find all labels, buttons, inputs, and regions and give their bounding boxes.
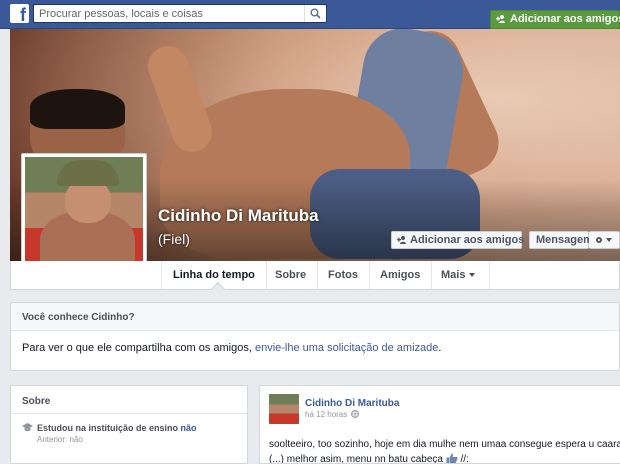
about-box: Sobre Estudou na instituição de ensino n…: [10, 385, 248, 464]
profile-nickname: (Fiel): [158, 231, 190, 247]
add-friend-button-secondary[interactable]: Adicionar aos amigos: [490, 10, 620, 29]
search-icon: [310, 8, 321, 19]
post-author[interactable]: Cidinho Di Marituba: [305, 398, 399, 409]
add-friend-icon: [496, 15, 505, 23]
timeline-post: Cidinho Di Marituba há 12 horas soolteei…: [259, 385, 620, 464]
education-previous: Anterior: não: [37, 435, 83, 444]
message-button[interactable]: Mensagem: [529, 231, 593, 249]
tab-more[interactable]: Mais: [430, 261, 490, 289]
graduation-cap-icon: [22, 423, 33, 432]
post-timestamp[interactable]: há 12 horas: [305, 410, 347, 419]
education-entry: Estudou na instituição de ensino não: [37, 423, 197, 433]
post-avatar[interactable]: [269, 394, 299, 424]
tab-photos[interactable]: Fotos: [317, 261, 370, 289]
about-title: Sobre: [22, 396, 51, 407]
add-friend-button[interactable]: Adicionar aos amigos: [391, 231, 524, 249]
search-box: [33, 4, 327, 23]
profile-nav: Linha do tempo Sobre Fotos Amigos Mais: [10, 261, 620, 297]
search-button[interactable]: [304, 5, 326, 22]
options-button[interactable]: [589, 231, 620, 249]
profile-name[interactable]: Cidinho Di Marituba: [158, 206, 319, 226]
education-link[interactable]: não: [181, 423, 197, 433]
prompt-title: Você conhece Cidinho?: [22, 312, 135, 323]
thumbs-up-icon: [446, 453, 458, 463]
send-request-link[interactable]: envie-lhe uma solicitação de amizade: [255, 342, 438, 354]
prompt-text: Para ver o que ele compartilha com os am…: [22, 342, 442, 354]
add-friend-icon: [397, 236, 406, 244]
tab-friends[interactable]: Amigos: [369, 261, 433, 289]
friend-request-prompt: Você conhece Cidinho? Para ver o que ele…: [10, 302, 620, 371]
gear-icon: [596, 237, 612, 243]
tab-about[interactable]: Sobre: [264, 261, 319, 289]
facebook-logo-icon[interactable]: f: [10, 4, 29, 23]
chevron-down-icon: [469, 273, 476, 277]
search-input[interactable]: [34, 5, 304, 22]
post-body: soolteeiro, too sozinho, hoje em dia mul…: [269, 439, 620, 464]
globe-icon: [351, 410, 359, 418]
